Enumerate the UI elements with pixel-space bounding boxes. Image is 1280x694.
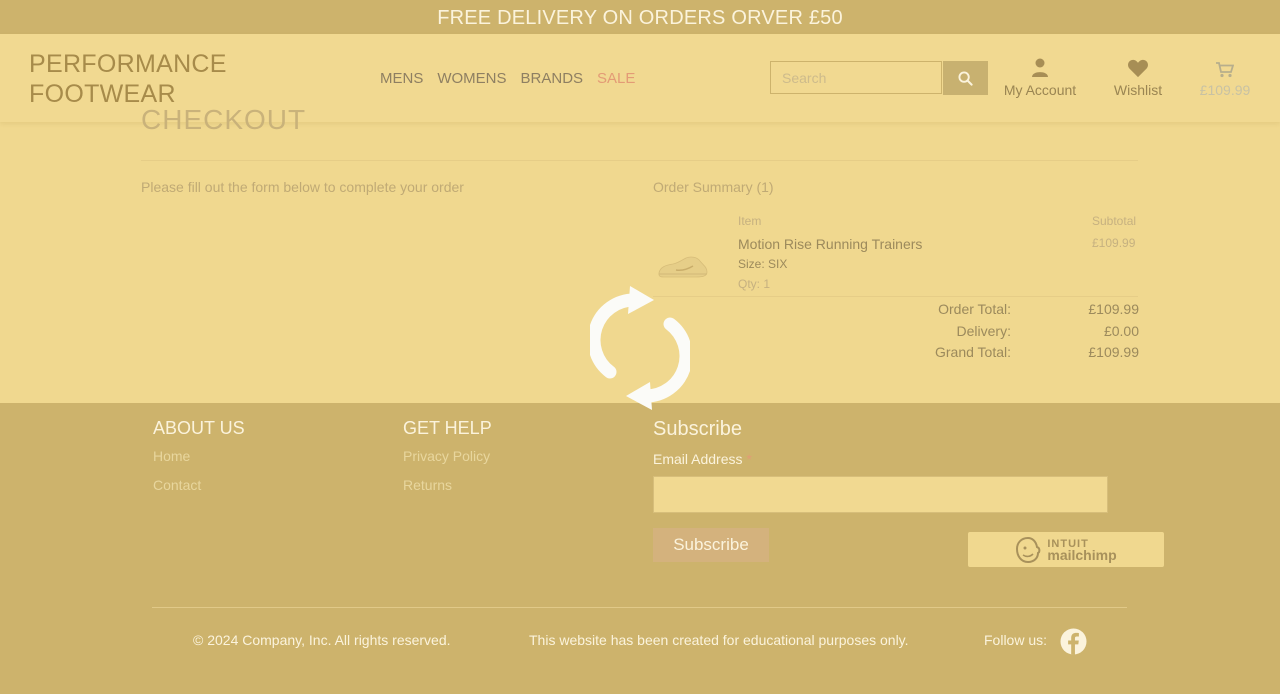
- product-subtotal: £109.99: [1092, 236, 1136, 250]
- follow-us-label: Follow us:: [984, 632, 1048, 648]
- title-divider: [141, 160, 1138, 161]
- product-size: Size: SIX: [738, 257, 788, 271]
- cart-link[interactable]: £109.99: [1196, 56, 1254, 98]
- product-name[interactable]: Motion Rise Running Trainers: [738, 236, 922, 252]
- wishlist-label: Wishlist: [1113, 82, 1163, 98]
- order-total-label: Order Total:: [938, 301, 1011, 317]
- refresh-icon: [590, 286, 690, 410]
- delivery-value: £0.00: [1103, 322, 1139, 339]
- site-logo[interactable]: PERFORMANCE FOOTWEAR: [29, 49, 227, 109]
- footer-divider: [152, 607, 1127, 608]
- order-summary-title: Order Summary (1): [653, 179, 774, 195]
- footer-link-contact[interactable]: Contact: [153, 477, 201, 493]
- footer-link-home[interactable]: Home: [153, 448, 190, 464]
- nav-womens[interactable]: WOMENS: [437, 70, 506, 87]
- item-divider: [653, 296, 1138, 297]
- mailchimp-icon: [1016, 536, 1041, 563]
- help-heading: GET HELP: [403, 418, 492, 438]
- required-asterisk: *: [746, 451, 752, 467]
- search-icon: [958, 70, 973, 86]
- nav-mens[interactable]: MENS: [380, 70, 423, 87]
- about-heading: ABOUT US: [153, 418, 245, 438]
- site-footer: ABOUT US Home Contact GET HELP Privacy P…: [0, 403, 1280, 694]
- mailchimp-line-2: mailchimp: [1047, 546, 1117, 563]
- totals-labels: Order Total: Delivery: Grand Total:: [935, 299, 1011, 364]
- mailchimp-wordmark: INTUIT mailchimp: [1047, 538, 1117, 563]
- grand-total-label: Grand Total:: [934, 344, 1011, 360]
- subtotal-column-header: Subtotal: [1092, 214, 1137, 228]
- nav-sale[interactable]: SALE: [597, 70, 635, 87]
- totals-values: £109.99 £0.00 £109.99: [1088, 299, 1139, 364]
- heart-icon: [1128, 59, 1148, 78]
- delivery-banner: FREE DELIVERY ON ORDERS ORVER £50: [0, 0, 1280, 34]
- main-nav: MENS WOMENS BRANDS SALE: [380, 70, 649, 87]
- delivery-label: Delivery:: [956, 322, 1011, 339]
- page-title: CHECKOUT: [141, 104, 307, 135]
- wishlist-link[interactable]: Wishlist: [1110, 56, 1166, 98]
- facebook-icon[interactable]: [1060, 628, 1087, 655]
- search-input[interactable]: [770, 61, 942, 94]
- email-label: Email Address *: [653, 451, 752, 467]
- subscribe-button[interactable]: Subscribe: [653, 528, 769, 562]
- subscribe-heading: Subscribe: [653, 418, 742, 440]
- search-button[interactable]: [943, 61, 988, 95]
- cart-total: £109.99: [1199, 82, 1251, 98]
- product-qty: Qty: 1: [738, 277, 771, 291]
- form-instructions: Please fill out the form below to comple…: [141, 179, 464, 195]
- order-total-value: £109.99: [1088, 301, 1139, 317]
- email-label-text: Email Address: [653, 451, 743, 467]
- footer-link-returns[interactable]: Returns: [403, 477, 452, 493]
- nav-brands[interactable]: BRANDS: [521, 70, 584, 87]
- cart-icon: [1216, 62, 1234, 78]
- logo-line-1: PERFORMANCE: [29, 50, 227, 78]
- product-thumbnail[interactable]: [656, 243, 710, 283]
- user-icon: [1032, 58, 1048, 77]
- grand-total-value: £109.99: [1088, 344, 1139, 360]
- item-column-header: Item: [738, 214, 762, 228]
- my-account-link[interactable]: My Account: [1002, 56, 1078, 98]
- footer-link-privacy[interactable]: Privacy Policy: [403, 448, 490, 464]
- educational-notice: This website has been created for educat…: [529, 632, 909, 648]
- copyright-text: © 2024 Company, Inc. All rights reserved…: [193, 632, 451, 648]
- mailchimp-badge[interactable]: INTUIT mailchimp: [968, 532, 1164, 567]
- email-field[interactable]: [653, 476, 1108, 513]
- my-account-label: My Account: [1003, 82, 1077, 98]
